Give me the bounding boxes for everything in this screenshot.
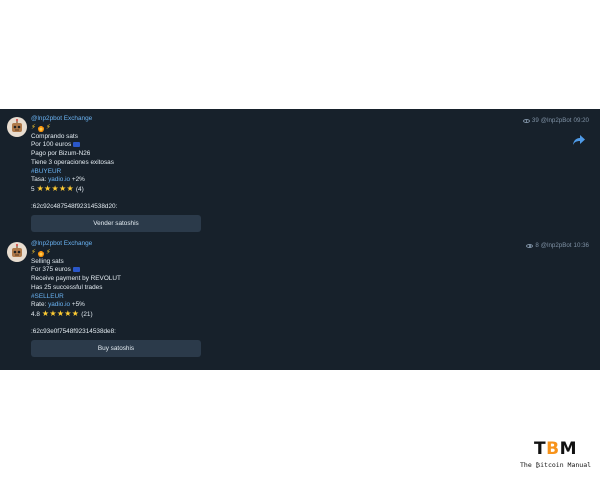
fire-icon [37, 249, 44, 257]
order-id: :62c93e0f7548f92314538de8: [31, 328, 116, 336]
order-amount: For 375 euros [31, 266, 411, 275]
via-bot: @lnp2pBot [540, 117, 572, 124]
rate-label: Rate: [31, 301, 47, 309]
robot-icon [12, 243, 22, 257]
rating-value: 4.8 [31, 310, 40, 318]
hashtag-link[interactable]: #SELLEUR [31, 293, 411, 302]
view-count: 39 [531, 117, 539, 124]
logo-mark: TBM [534, 440, 577, 458]
amount-text: Por 100 euros [31, 141, 72, 149]
message-time: 09:20 [573, 117, 589, 124]
payment-method: Pago por Bizum-N26 [31, 150, 91, 158]
emoji-row: ⚡ ⚡ [31, 249, 411, 258]
view-count: 8 [535, 242, 539, 249]
chat-panel: @lnp2pbot Exchange ⚡ ⚡ Comprando sats Po… [0, 109, 600, 370]
emoji-row: ⚡ ⚡ [31, 124, 411, 133]
amount-text: For 375 euros [31, 266, 71, 274]
order-title: Comprando sats [31, 132, 78, 140]
bolt-icon: ⚡ [45, 124, 51, 132]
brand-logo: TBM The ₿itcoin Manual [520, 440, 598, 472]
payment-method: Receive payment by REVOLUT [31, 275, 121, 283]
sender-name[interactable]: @lnp2pbot Exchange [31, 115, 411, 124]
order-id: :62c92c487548f92314538d20: [31, 203, 118, 211]
rate-value: +2% [71, 176, 85, 184]
bot-avatar[interactable] [7, 117, 27, 137]
rating-count: (21) [81, 310, 93, 318]
rate-source-link[interactable]: yadio.io [48, 176, 70, 183]
rate-value: +5% [71, 301, 85, 309]
via-bot: @lnp2pBot [540, 242, 572, 249]
message-meta: 8 @lnp2pBot 10:36 [526, 242, 589, 249]
buy-sats-button[interactable]: Buy satoshis [31, 340, 201, 358]
rate-label: Tasa: [31, 176, 47, 184]
eu-flag-icon [72, 266, 80, 272]
bolt-icon: ⚡ [45, 249, 51, 257]
rating-line: 4.8 ★★★★★ (21) [31, 308, 411, 320]
hashtag-link[interactable]: #BUYEUR [31, 168, 411, 177]
rate-source-link[interactable]: yadio.io [48, 301, 70, 308]
message-body: @lnp2pbot Exchange ⚡ ⚡ Selling sats For … [31, 240, 411, 358]
bolt-icon: ⚡ [31, 249, 36, 257]
eye-icon [526, 243, 534, 248]
eye-icon [522, 118, 530, 123]
eu-flag-icon [73, 141, 81, 147]
share-icon[interactable] [573, 135, 585, 145]
trade-count: Has 25 successful trades [31, 283, 103, 291]
rating-value: 5 [31, 185, 35, 193]
message-body: @lnp2pbot Exchange ⚡ ⚡ Comprando sats Po… [31, 115, 411, 233]
rate-line: Rate: yadio.io +5% [31, 301, 411, 310]
star-icon: ★★★★★ [41, 308, 80, 318]
logo-letter-accent: B [546, 439, 560, 459]
sender-name[interactable]: @lnp2pbot Exchange [31, 240, 411, 249]
logo-letter: M [559, 439, 577, 459]
trade-count: Tiene 3 operaciones exitosas [31, 158, 114, 166]
robot-icon [12, 118, 22, 132]
order-amount: Por 100 euros [31, 141, 411, 150]
bolt-icon: ⚡ [31, 124, 36, 132]
fire-icon [37, 124, 44, 132]
rating-line: 5 ★★★★★ (4) [31, 183, 411, 195]
logo-letter: T [534, 439, 547, 459]
message-meta: 39 @lnp2pBot 09:20 [522, 117, 589, 124]
order-title: Selling sats [31, 257, 64, 265]
rating-count: (4) [75, 185, 84, 193]
rate-line: Tasa: yadio.io +2% [31, 176, 411, 185]
message-time: 10:36 [573, 242, 589, 249]
star-icon: ★★★★★ [36, 183, 74, 193]
logo-subtitle: The ₿itcoin Manual [520, 461, 592, 469]
bot-avatar[interactable] [7, 242, 27, 262]
sell-sats-button[interactable]: Vender satoshis [31, 215, 201, 233]
